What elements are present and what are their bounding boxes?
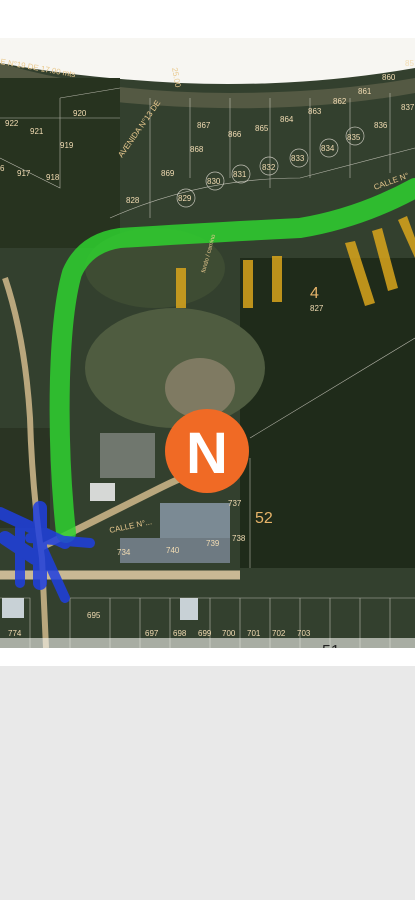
lot-number: 827 <box>310 304 324 313</box>
lot-number: 922 <box>5 119 19 128</box>
lot-number: 701 <box>247 629 261 638</box>
lot-number: 866 <box>228 130 242 139</box>
building <box>2 598 24 618</box>
empty-gray-area <box>0 666 415 900</box>
lot-number: 697 <box>145 629 159 638</box>
brand-marker-letter: N <box>186 421 228 486</box>
block-number: 4 <box>310 285 319 302</box>
lot-number: 829 <box>178 194 192 203</box>
brand-marker[interactable]: N <box>165 409 249 493</box>
clearing-2 <box>165 358 235 418</box>
lot-number: 863 <box>308 107 322 116</box>
lot-number: 861 <box>358 87 372 96</box>
lot-number: 919 <box>60 141 74 150</box>
lot-number: 865 <box>255 124 269 133</box>
lot-number: 737 <box>228 499 242 508</box>
lot-number: 868 <box>190 145 204 154</box>
lot-number: 739 <box>206 539 220 548</box>
lot-number: 6 <box>0 164 5 173</box>
lot-number: 832 <box>262 163 276 172</box>
building <box>180 598 198 620</box>
lot-number: 867 <box>197 121 211 130</box>
lot-number: 699 <box>198 629 212 638</box>
lot-number: 917 <box>17 169 31 178</box>
lot-number: 702 <box>272 629 286 638</box>
plan-overlay-bottom <box>0 638 415 648</box>
lot-number: 918 <box>46 173 60 182</box>
lot-number: 836 <box>374 121 388 130</box>
lot-number: 85 <box>405 59 414 68</box>
lot-number: 738 <box>232 534 246 543</box>
lot-number: 774 <box>8 629 22 638</box>
lot-number: 864 <box>280 115 294 124</box>
lot-number: 837 <box>401 103 415 112</box>
top-white-margin <box>0 0 415 38</box>
map-canvas[interactable]: E N°19 DE 17.00 mts 25.00 AVENIDA N°13 D… <box>0 38 415 648</box>
lot-number: 869 <box>161 169 175 178</box>
building <box>90 483 115 501</box>
building <box>100 433 155 478</box>
lot-number: 740 <box>166 546 180 555</box>
block-number: 52 <box>255 510 273 527</box>
lot-number: 921 <box>30 127 44 136</box>
lot-number: 834 <box>321 144 335 153</box>
lot-number: 828 <box>126 196 140 205</box>
lot-number: 835 <box>347 133 361 142</box>
lot-number: 734 <box>117 548 131 557</box>
lot-number: 695 <box>87 611 101 620</box>
building <box>160 503 230 543</box>
lot-number: 833 <box>291 154 305 163</box>
lot-number: 831 <box>233 170 247 179</box>
lot-number: 703 <box>297 629 311 638</box>
lot-number: 700 <box>222 629 236 638</box>
lot-number: 862 <box>333 97 347 106</box>
lot-number: 698 <box>173 629 187 638</box>
lot-number: 920 <box>73 109 87 118</box>
lot-number: 830 <box>207 177 221 186</box>
lot-number: 860 <box>382 73 396 82</box>
bottom-white-band <box>0 648 415 666</box>
